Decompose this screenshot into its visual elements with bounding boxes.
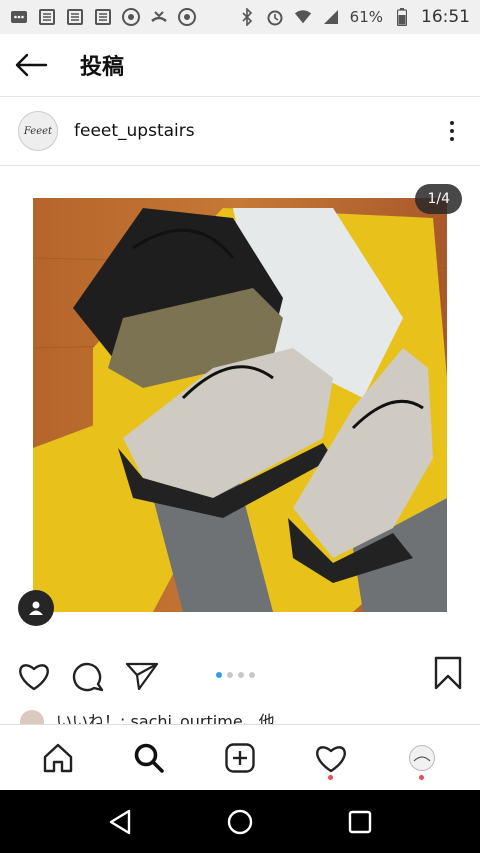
system-recents-icon[interactable] <box>348 810 372 834</box>
page-title: 投稿 <box>80 55 125 80</box>
clock: 16:51 <box>421 7 470 27</box>
comment-icon[interactable] <box>70 658 106 694</box>
share-send-icon[interactable] <box>124 658 160 694</box>
system-back-icon[interactable] <box>108 809 132 835</box>
activity-icon[interactable] <box>307 734 355 782</box>
news-icon <box>38 8 56 26</box>
profile-notification-dot <box>419 774 425 780</box>
chrome-icon-2 <box>178 8 196 26</box>
alarm-icon <box>266 8 284 26</box>
system-home-icon[interactable] <box>227 809 253 835</box>
signal-icon <box>322 8 340 26</box>
carousel-dot-1 <box>216 672 222 678</box>
carousel-dot-4 <box>249 672 255 678</box>
avatar[interactable]: Feeet <box>18 111 58 151</box>
news-icon-3 <box>94 8 112 26</box>
back-arrow-icon[interactable] <box>14 53 48 77</box>
news-icon-2 <box>66 8 84 26</box>
image-counter-badge: 1/4 <box>415 184 462 214</box>
carousel-dot-2 <box>227 672 233 678</box>
post-username[interactable]: feeet_upstairs <box>74 121 195 141</box>
carousel-indicator <box>216 672 255 678</box>
post-photo <box>33 198 447 612</box>
post-header: Feeet feeet_upstairs <box>0 97 480 165</box>
tagged-users-button[interactable] <box>18 590 54 626</box>
missed-call-icon <box>150 8 168 26</box>
bluetooth-icon <box>238 8 256 26</box>
battery-icon <box>393 8 411 26</box>
search-icon[interactable] <box>125 734 173 782</box>
home-icon[interactable] <box>34 734 82 782</box>
person-icon <box>28 600 44 616</box>
post-image-area[interactable]: 1/4 <box>0 166 480 646</box>
activity-notification-dot <box>328 774 334 780</box>
profile-avatar[interactable] <box>398 734 446 782</box>
app-header: 投稿 <box>0 34 480 96</box>
wifi-icon <box>294 8 312 26</box>
battery-percent: 61% <box>349 8 383 26</box>
system-navigation-bar <box>0 790 480 853</box>
chrome-icon <box>122 8 140 26</box>
messages-icon <box>10 8 28 26</box>
like-heart-icon[interactable] <box>16 658 52 694</box>
more-options-icon[interactable] <box>442 121 462 141</box>
bookmark-icon[interactable] <box>434 656 462 694</box>
bottom-navigation <box>0 724 480 790</box>
status-bar: 61% 16:51 <box>0 0 480 34</box>
add-icon[interactable] <box>216 734 264 782</box>
profile-avatar-image <box>409 744 436 771</box>
avatar-text: Feeet <box>23 125 53 137</box>
carousel-dot-3 <box>238 672 244 678</box>
